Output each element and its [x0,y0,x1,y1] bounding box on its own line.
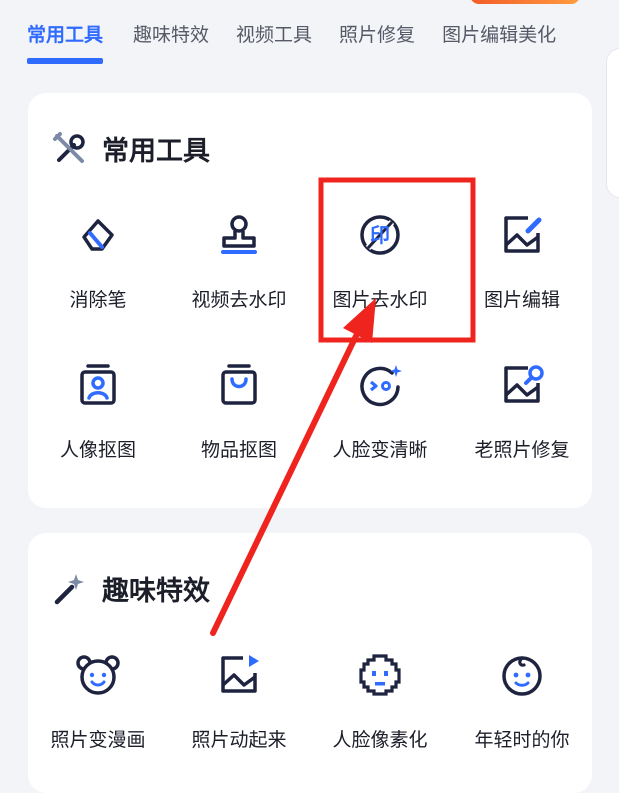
section-title-fun: 趣味特效 [52,569,210,608]
tool-old-photo-repair[interactable]: 老照片修复 [452,361,592,462]
tab-label: 图片编辑美化 [442,24,557,46]
effect-younger-you[interactable]: 年轻时的你 [452,651,592,752]
fun-effects-card: 趣味特效 照片变漫画 照片动起来 人脸像素化 年轻时的你 [28,533,592,793]
section-title-text: 趣味特效 [102,576,210,607]
photo-repair-icon [504,365,544,403]
baby-face-icon [502,656,542,696]
tool-label: 消除笔 [69,289,127,311]
active-tab-indicator [27,58,104,64]
tab-label: 视频工具 [236,24,313,46]
magic-wand-icon [52,571,88,607]
tool-image-watermark-remove[interactable]: 印 图片去水印 [310,211,450,312]
section-title-common: 常用工具 [52,129,210,168]
tab-video-tools[interactable]: 视频工具 [236,22,312,48]
effect-label: 照片动起来 [191,729,287,751]
tool-portrait-cutout[interactable]: 人像抠图 [28,361,168,462]
effect-face-pixelate[interactable]: 人脸像素化 [310,651,450,752]
pixel-face-icon [359,654,401,696]
tool-label: 老照片修复 [474,439,570,461]
tool-label: 图片编辑 [483,289,560,311]
tab-label: 趣味特效 [133,24,210,46]
effect-label: 人脸像素化 [332,729,428,751]
photo-play-icon [221,655,259,693]
effect-label: 照片变漫画 [50,729,146,751]
tool-object-cutout[interactable]: 物品抠图 [169,361,309,462]
tool-label: 物品抠图 [200,439,277,461]
tab-fun-effects[interactable]: 趣味特效 [133,22,209,48]
tab-photo-repair[interactable]: 照片修复 [339,22,415,48]
tab-image-editing[interactable]: 图片编辑美化 [442,22,556,48]
tool-label: 视频去水印 [191,289,287,311]
tool-label: 图片去水印 [332,289,428,311]
face-enhance-icon [360,365,402,407]
section-title-text: 常用工具 [102,136,210,167]
image-edit-icon [504,216,542,253]
common-tools-card: 常用工具 消除笔 视频去水印 印 图片去水印 图片编辑 人像抠图 物品抠图 人脸… [28,93,592,508]
tool-eraser-pen[interactable]: 消除笔 [28,211,168,312]
seal-char: 印 [370,223,390,247]
tool-video-watermark-remove[interactable]: 视频去水印 [169,211,309,312]
tab-common-tools[interactable]: 常用工具 [27,22,104,64]
tab-label: 照片修复 [339,24,416,46]
tool-face-enhance[interactable]: 人脸变清晰 [310,361,450,462]
category-tabs: 常用工具 趣味特效 视频工具 照片修复 图片编辑美化 [0,22,619,72]
portrait-cutout-icon [80,364,116,405]
bag-cutout-icon [221,364,257,405]
tab-label: 常用工具 [27,24,104,46]
tools-wrench-icon [52,131,88,167]
tool-label: 人像抠图 [59,439,136,461]
effect-animate-photo[interactable]: 照片动起来 [169,651,309,752]
effect-label: 年轻时的你 [474,729,570,751]
top-banner-pill [470,0,580,4]
eraser-icon [82,219,114,251]
effect-photo-to-cartoon[interactable]: 照片变漫画 [28,651,168,752]
tool-label: 人脸变清晰 [332,439,428,461]
cartoon-bear-icon [76,655,120,695]
tool-image-edit[interactable]: 图片编辑 [452,211,592,312]
stamp-icon [221,215,257,254]
print-seal-icon: 印 [360,215,400,255]
